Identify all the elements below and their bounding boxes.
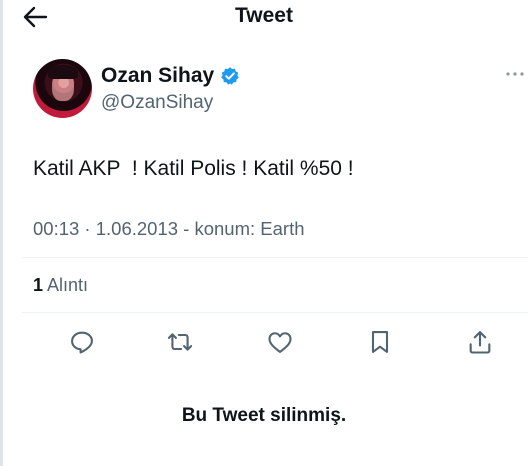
page-title: Tweet bbox=[235, 4, 293, 27]
avatar[interactable] bbox=[33, 59, 92, 118]
window-edge bbox=[0, 0, 3, 466]
bookmark-button[interactable] bbox=[366, 328, 394, 356]
deleted-notice: Bu Tweet silinmiş. bbox=[181, 405, 347, 426]
divider bbox=[22, 257, 528, 258]
top-bar: Tweet bbox=[0, 0, 528, 36]
tweet-meta: 00:13 · 1.06.2013 - konum: Earth bbox=[33, 218, 305, 239]
quote-stat[interactable]: 1 Alıntı bbox=[33, 275, 88, 296]
avatar-hair bbox=[48, 65, 78, 79]
retweet-button[interactable] bbox=[166, 328, 194, 356]
divider bbox=[22, 312, 528, 313]
reply-icon bbox=[71, 331, 93, 354]
share-button[interactable] bbox=[466, 328, 494, 356]
quote-count: 1 bbox=[33, 275, 44, 295]
bookmark-icon bbox=[371, 331, 389, 353]
quote-label: Alıntı bbox=[47, 275, 89, 295]
verified-badge-icon bbox=[221, 67, 239, 85]
retweet-icon bbox=[167, 333, 193, 351]
author-display-name[interactable]: Ozan Sihay bbox=[101, 64, 214, 88]
like-icon bbox=[268, 332, 292, 353]
reply-button[interactable] bbox=[68, 328, 96, 356]
more-options-icon[interactable] bbox=[505, 70, 525, 78]
tweet-text: Katil AKP ! Katil Polis ! Katil %50 ! bbox=[33, 157, 354, 180]
like-button[interactable] bbox=[266, 328, 294, 356]
share-icon bbox=[469, 331, 491, 354]
author-handle[interactable]: @OzanSihay bbox=[101, 92, 213, 114]
